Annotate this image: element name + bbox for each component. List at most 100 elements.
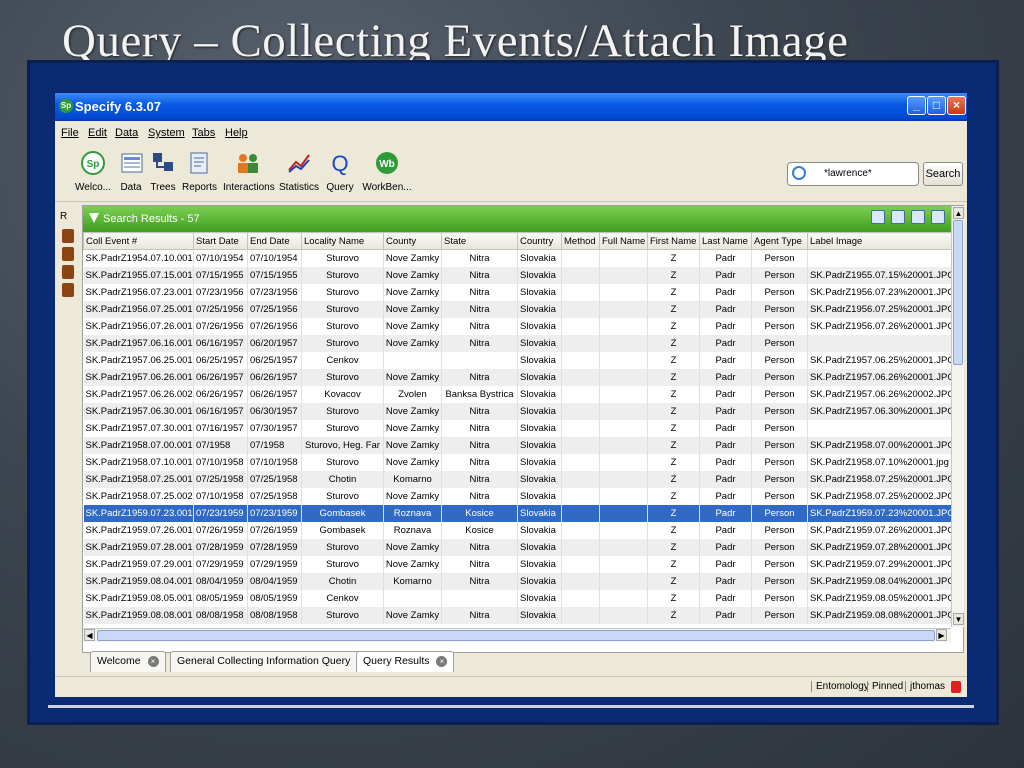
vertical-scroll-thumb[interactable] (953, 220, 963, 365)
tab-welcome[interactable]: Welcome × (90, 651, 166, 672)
column-header[interactable]: Method (561, 232, 600, 250)
table-row[interactable]: SK.PadrZ1958.07.10.001 07/10/1958 07/10/19… (83, 453, 951, 471)
table-row[interactable]: SK.PadrZ1957.06.30.001 06/16/1957 06/30/19… (83, 402, 951, 420)
table-cell (599, 606, 648, 624)
toolbar-data-label: Data (120, 182, 142, 193)
search-input[interactable]: *lawrence* (787, 162, 919, 186)
collapse-arrow-icon[interactable] (89, 213, 99, 223)
toolbar-interactions[interactable]: Interactions (223, 150, 275, 193)
scroll-down-icon[interactable]: ▼ (953, 613, 964, 625)
table-cell: Padr (699, 572, 752, 590)
column-header[interactable]: End Date (247, 232, 302, 250)
table-row[interactable]: SK.PadrZ1956.07.25.001 07/25/1956 07/25/19… (83, 300, 951, 318)
tab-general-collecting-query[interactable]: General Collecting Information Query × (170, 651, 376, 672)
form-view-icon[interactable] (891, 210, 906, 224)
table-cell: Z (647, 249, 700, 267)
side-query-icon[interactable] (62, 283, 74, 297)
column-header[interactable]: Agent Type (751, 232, 808, 250)
recordset-icon[interactable] (911, 210, 926, 224)
column-header[interactable]: Country (517, 232, 562, 250)
table-row[interactable]: SK.PadrZ1957.06.26.002 06/26/1957 06/26/19… (83, 385, 951, 403)
table-row[interactable]: SK.PadrZ1954.07.10.001 07/10/1954 07/10/19… (83, 249, 951, 267)
title-bar[interactable]: Sp Specify 6.3.07 _ □ × (55, 93, 967, 121)
toolbar-query[interactable]: Q Query (325, 150, 355, 193)
table-row[interactable]: SK.PadrZ1959.07.28.001 07/28/1959 07/28/19… (83, 538, 951, 556)
toolbar-welcome[interactable]: Sp Welco... (75, 150, 111, 193)
table-row[interactable]: SK.PadrZ1956.07.26.001 07/26/1956 07/26/19… (83, 317, 951, 335)
table-cell (599, 317, 648, 335)
table-row[interactable]: SK.PadrZ1958.07.25.002 07/10/1958 07/25/19… (83, 487, 951, 505)
menu-system[interactable]: System (148, 127, 185, 139)
scroll-right-icon[interactable]: ▶ (936, 629, 947, 641)
table-cell: Sturovo (301, 402, 384, 420)
table-row[interactable]: SK.PadrZ1956.07.23.001 07/23/1956 07/23/19… (83, 283, 951, 301)
close-window-button[interactable]: × (947, 96, 966, 115)
side-query-icon[interactable] (62, 229, 74, 243)
table-row[interactable]: SK.PadrZ1955.07.15.001 07/15/1955 07/15/19… (83, 266, 951, 284)
column-header[interactable]: State (441, 232, 518, 250)
vertical-scrollbar[interactable]: ▲ ▼ (951, 206, 964, 627)
table-cell: Person (751, 589, 808, 607)
column-header[interactable]: Full Name (599, 232, 648, 250)
results-panel: Search Results - 57 Coll Event # Start Da… (82, 205, 964, 653)
column-header[interactable]: County (383, 232, 442, 250)
table-row[interactable]: SK.PadrZ1958.07.00.001 07/1958 07/1958 Stur… (83, 436, 951, 454)
tab-close-icon[interactable]: × (436, 655, 448, 667)
menu-file[interactable]: File (61, 127, 79, 139)
table-cell: 06/20/1957 (247, 334, 302, 352)
table-row[interactable]: SK.PadrZ1959.08.04.001 08/04/1959 08/04/19… (83, 572, 951, 590)
column-header[interactable]: Locality Name (301, 232, 384, 250)
column-header[interactable]: Last Name (699, 232, 752, 250)
table-cell: 07/26/1956 (247, 317, 302, 335)
table-row[interactable]: SK.PadrZ1957.06.26.001 06/26/1957 06/26/19… (83, 368, 951, 386)
menu-help[interactable]: Help (225, 127, 248, 139)
reports-icon (190, 152, 208, 174)
table-cell: Nitra (441, 249, 518, 267)
table-row[interactable]: SK.PadrZ1957.06.16.001 06/16/1957 06/20/19… (83, 334, 951, 352)
table-row[interactable]: SK.PadrZ1959.07.26.001 07/26/1959 07/26/19… (83, 521, 951, 539)
status-user[interactable]: jthomas (905, 681, 949, 692)
table-row[interactable]: SK.PadrZ1957.07.30.001 07/16/1957 07/30/19… (83, 419, 951, 437)
table-row[interactable]: SK.PadrZ1959.07.23.001 07/23/1959 07/23/19… (83, 504, 951, 522)
table-row[interactable]: SK.PadrZ1959.08.08.001 08/08/1958 08/08/19… (83, 606, 951, 624)
table-row[interactable]: SK.PadrZ1958.07.25.001 07/25/1958 07/25/19… (83, 470, 951, 488)
column-header[interactable]: First Name (647, 232, 700, 250)
tab-query-results[interactable]: Query Results × (356, 651, 455, 672)
toolbar-workbench[interactable]: Wb WorkBen... (362, 150, 412, 193)
toolbar-data[interactable]: Data (119, 150, 143, 193)
export-icon[interactable] (931, 210, 946, 224)
table-cell: SK.PadrZ1958.07.25.001 (83, 470, 194, 488)
menu-data[interactable]: Data (115, 127, 138, 139)
status-pinned[interactable]: Pinned (867, 681, 907, 692)
scroll-left-icon[interactable]: ◀ (84, 629, 95, 641)
attach-icon[interactable] (871, 210, 885, 224)
scroll-up-icon[interactable]: ▲ (953, 207, 964, 219)
table-row[interactable]: SK.PadrZ1959.08.05.001 08/05/1959 08/05/19… (83, 589, 951, 607)
column-header[interactable]: Coll Event # (83, 232, 194, 250)
toolbar-trees[interactable]: Trees (149, 150, 177, 193)
table-row[interactable]: SK.PadrZ1959.07.29.001 07/29/1959 07/29/19… (83, 555, 951, 573)
toolbar-statistics[interactable]: Statistics (279, 150, 319, 193)
table-cell: Nitra (441, 266, 518, 284)
status-discipline[interactable]: Entomology (811, 681, 873, 692)
maximize-button[interactable]: □ (927, 96, 946, 115)
menu-tabs[interactable]: Tabs (192, 127, 215, 139)
toolbar-reports[interactable]: Reports (182, 150, 217, 193)
table-cell: SK.PadrZ1957.06.30%20001.JPG (807, 402, 951, 420)
search-button[interactable]: Search (923, 162, 963, 186)
horizontal-scrollbar[interactable]: ◀ ▶ (83, 628, 951, 642)
lock-icon[interactable] (951, 681, 961, 693)
menu-edit[interactable]: Edit (88, 127, 107, 139)
horizontal-scroll-thumb[interactable] (97, 630, 935, 641)
table-cell: Sturovo (301, 606, 384, 624)
table-cell: 07/29/1959 (193, 555, 248, 573)
side-query-icon[interactable] (62, 247, 74, 261)
column-header[interactable]: Start Date (193, 232, 248, 250)
column-header[interactable]: Label Image (807, 232, 951, 250)
minimize-button[interactable]: _ (907, 96, 926, 115)
table-cell (599, 249, 648, 267)
table-row[interactable]: SK.PadrZ1957.06.25.001 06/25/1957 06/25/19… (83, 351, 951, 369)
table-cell: Padr (699, 504, 752, 522)
side-query-icon[interactable] (62, 265, 74, 279)
tab-close-icon[interactable]: × (147, 655, 159, 667)
